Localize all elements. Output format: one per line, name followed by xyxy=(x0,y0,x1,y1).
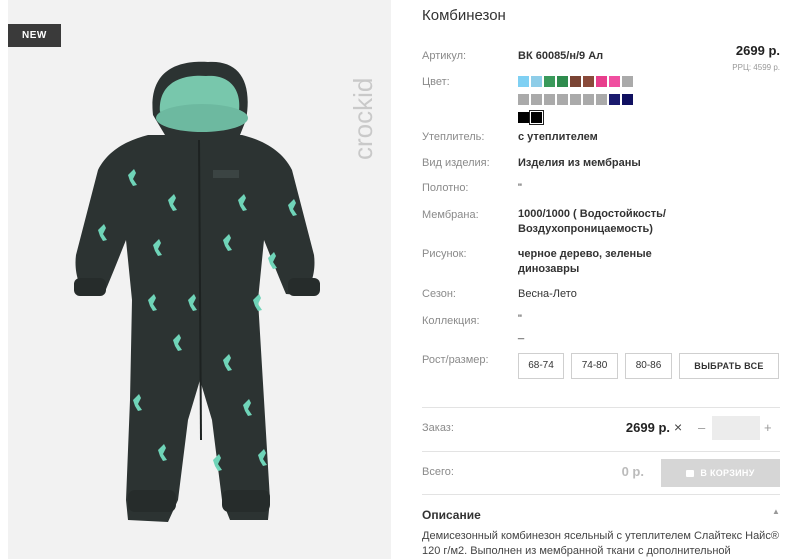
chevron-up-icon[interactable]: ▲ xyxy=(772,507,780,516)
divider xyxy=(422,451,780,452)
description-title[interactable]: Описание xyxy=(422,508,481,522)
price: 2699 р. xyxy=(735,43,780,58)
quantity-increase-button[interactable]: + xyxy=(764,420,772,435)
color-swatch[interactable] xyxy=(596,76,607,87)
color-swatch[interactable] xyxy=(622,94,633,105)
total-price: 0 р. xyxy=(621,464,644,479)
total-label: Всего: xyxy=(422,466,454,478)
color-swatch[interactable] xyxy=(583,76,594,87)
color-swatch[interactable] xyxy=(529,110,544,125)
article-label: Артикул: xyxy=(422,50,467,62)
spec-label-season: Сезон: xyxy=(422,288,456,300)
color-swatch[interactable] xyxy=(557,94,568,105)
spec-value-membrane: 1000/1000 ( Водостойкость/ Воздухопрониц… xyxy=(518,208,666,235)
divider xyxy=(422,407,780,408)
order-label: Заказ: xyxy=(422,422,454,434)
spec-label-membrane: Мембрана: xyxy=(422,209,479,221)
add-to-cart-label: В КОРЗИНУ xyxy=(700,468,755,478)
order-price: 2699 р. xyxy=(625,420,670,435)
spec-label-type: Вид изделия: xyxy=(422,157,490,169)
color-swatch[interactable] xyxy=(531,76,542,87)
select-all-sizes-button[interactable]: ВЫБРАТЬ ВСЕ xyxy=(679,353,779,379)
cart-icon xyxy=(686,470,695,477)
add-to-cart-button[interactable]: В КОРЗИНУ xyxy=(661,459,780,487)
remove-icon[interactable]: × xyxy=(674,419,682,435)
product-title: Комбинезон xyxy=(422,7,506,24)
color-swatches xyxy=(518,76,668,130)
color-swatch[interactable] xyxy=(609,76,620,87)
color-swatch[interactable] xyxy=(583,94,594,105)
size-option-68-74[interactable]: 68-74 xyxy=(518,353,564,379)
color-swatch[interactable] xyxy=(518,94,529,105)
color-swatch[interactable] xyxy=(544,94,555,105)
size-option-80-86[interactable]: 80-86 xyxy=(625,353,672,379)
spec-label-fabric: Полотно: xyxy=(422,182,469,194)
color-swatch[interactable] xyxy=(570,94,581,105)
spec-value-pattern: черное дерево, зеленые динозавры xyxy=(518,248,652,275)
spec-label-pattern: Рисунок: xyxy=(422,248,467,260)
rrp-price: РРЦ: 4599 р. xyxy=(732,63,780,72)
brand-logo: crockid xyxy=(350,78,378,160)
color-swatch[interactable] xyxy=(518,76,529,87)
divider xyxy=(422,494,780,495)
quantity-input[interactable] xyxy=(712,416,760,440)
product-image xyxy=(74,61,320,522)
color-swatch[interactable] xyxy=(570,76,581,87)
new-badge: NEW xyxy=(8,24,61,47)
spec-value-type: Изделия из мембраны xyxy=(518,157,641,169)
color-swatch[interactable] xyxy=(531,94,542,105)
color-swatch[interactable] xyxy=(544,76,555,87)
spec-label-insulation: Утеплитель: xyxy=(422,131,485,143)
color-swatch[interactable] xyxy=(518,112,529,123)
article-value: ВК 60085/н/9 Ал xyxy=(518,50,604,62)
color-swatch[interactable] xyxy=(557,76,568,87)
size-label: Рост/размер: xyxy=(422,354,489,366)
description-text: Демисезонный комбинезон ясельный с утепл… xyxy=(422,530,779,557)
spec-label-collection: Коллекция: xyxy=(422,315,480,327)
quantity-decrease-button[interactable]: – xyxy=(698,420,705,435)
spec-value-fabric: " xyxy=(518,182,522,194)
color-label: Цвет: xyxy=(422,76,450,88)
spec-value-collection: " _ xyxy=(518,313,525,340)
brand-text: crockid xyxy=(350,78,378,160)
color-swatch[interactable] xyxy=(622,76,633,87)
size-option-74-80[interactable]: 74-80 xyxy=(571,353,618,379)
spec-value-insulation: с утеплителем xyxy=(518,131,598,143)
product-image-panel[interactable]: NEW crockid xyxy=(8,0,391,559)
spec-value-season: Весна-Лето xyxy=(518,288,577,300)
color-swatch[interactable] xyxy=(609,94,620,105)
color-swatch[interactable] xyxy=(596,94,607,105)
